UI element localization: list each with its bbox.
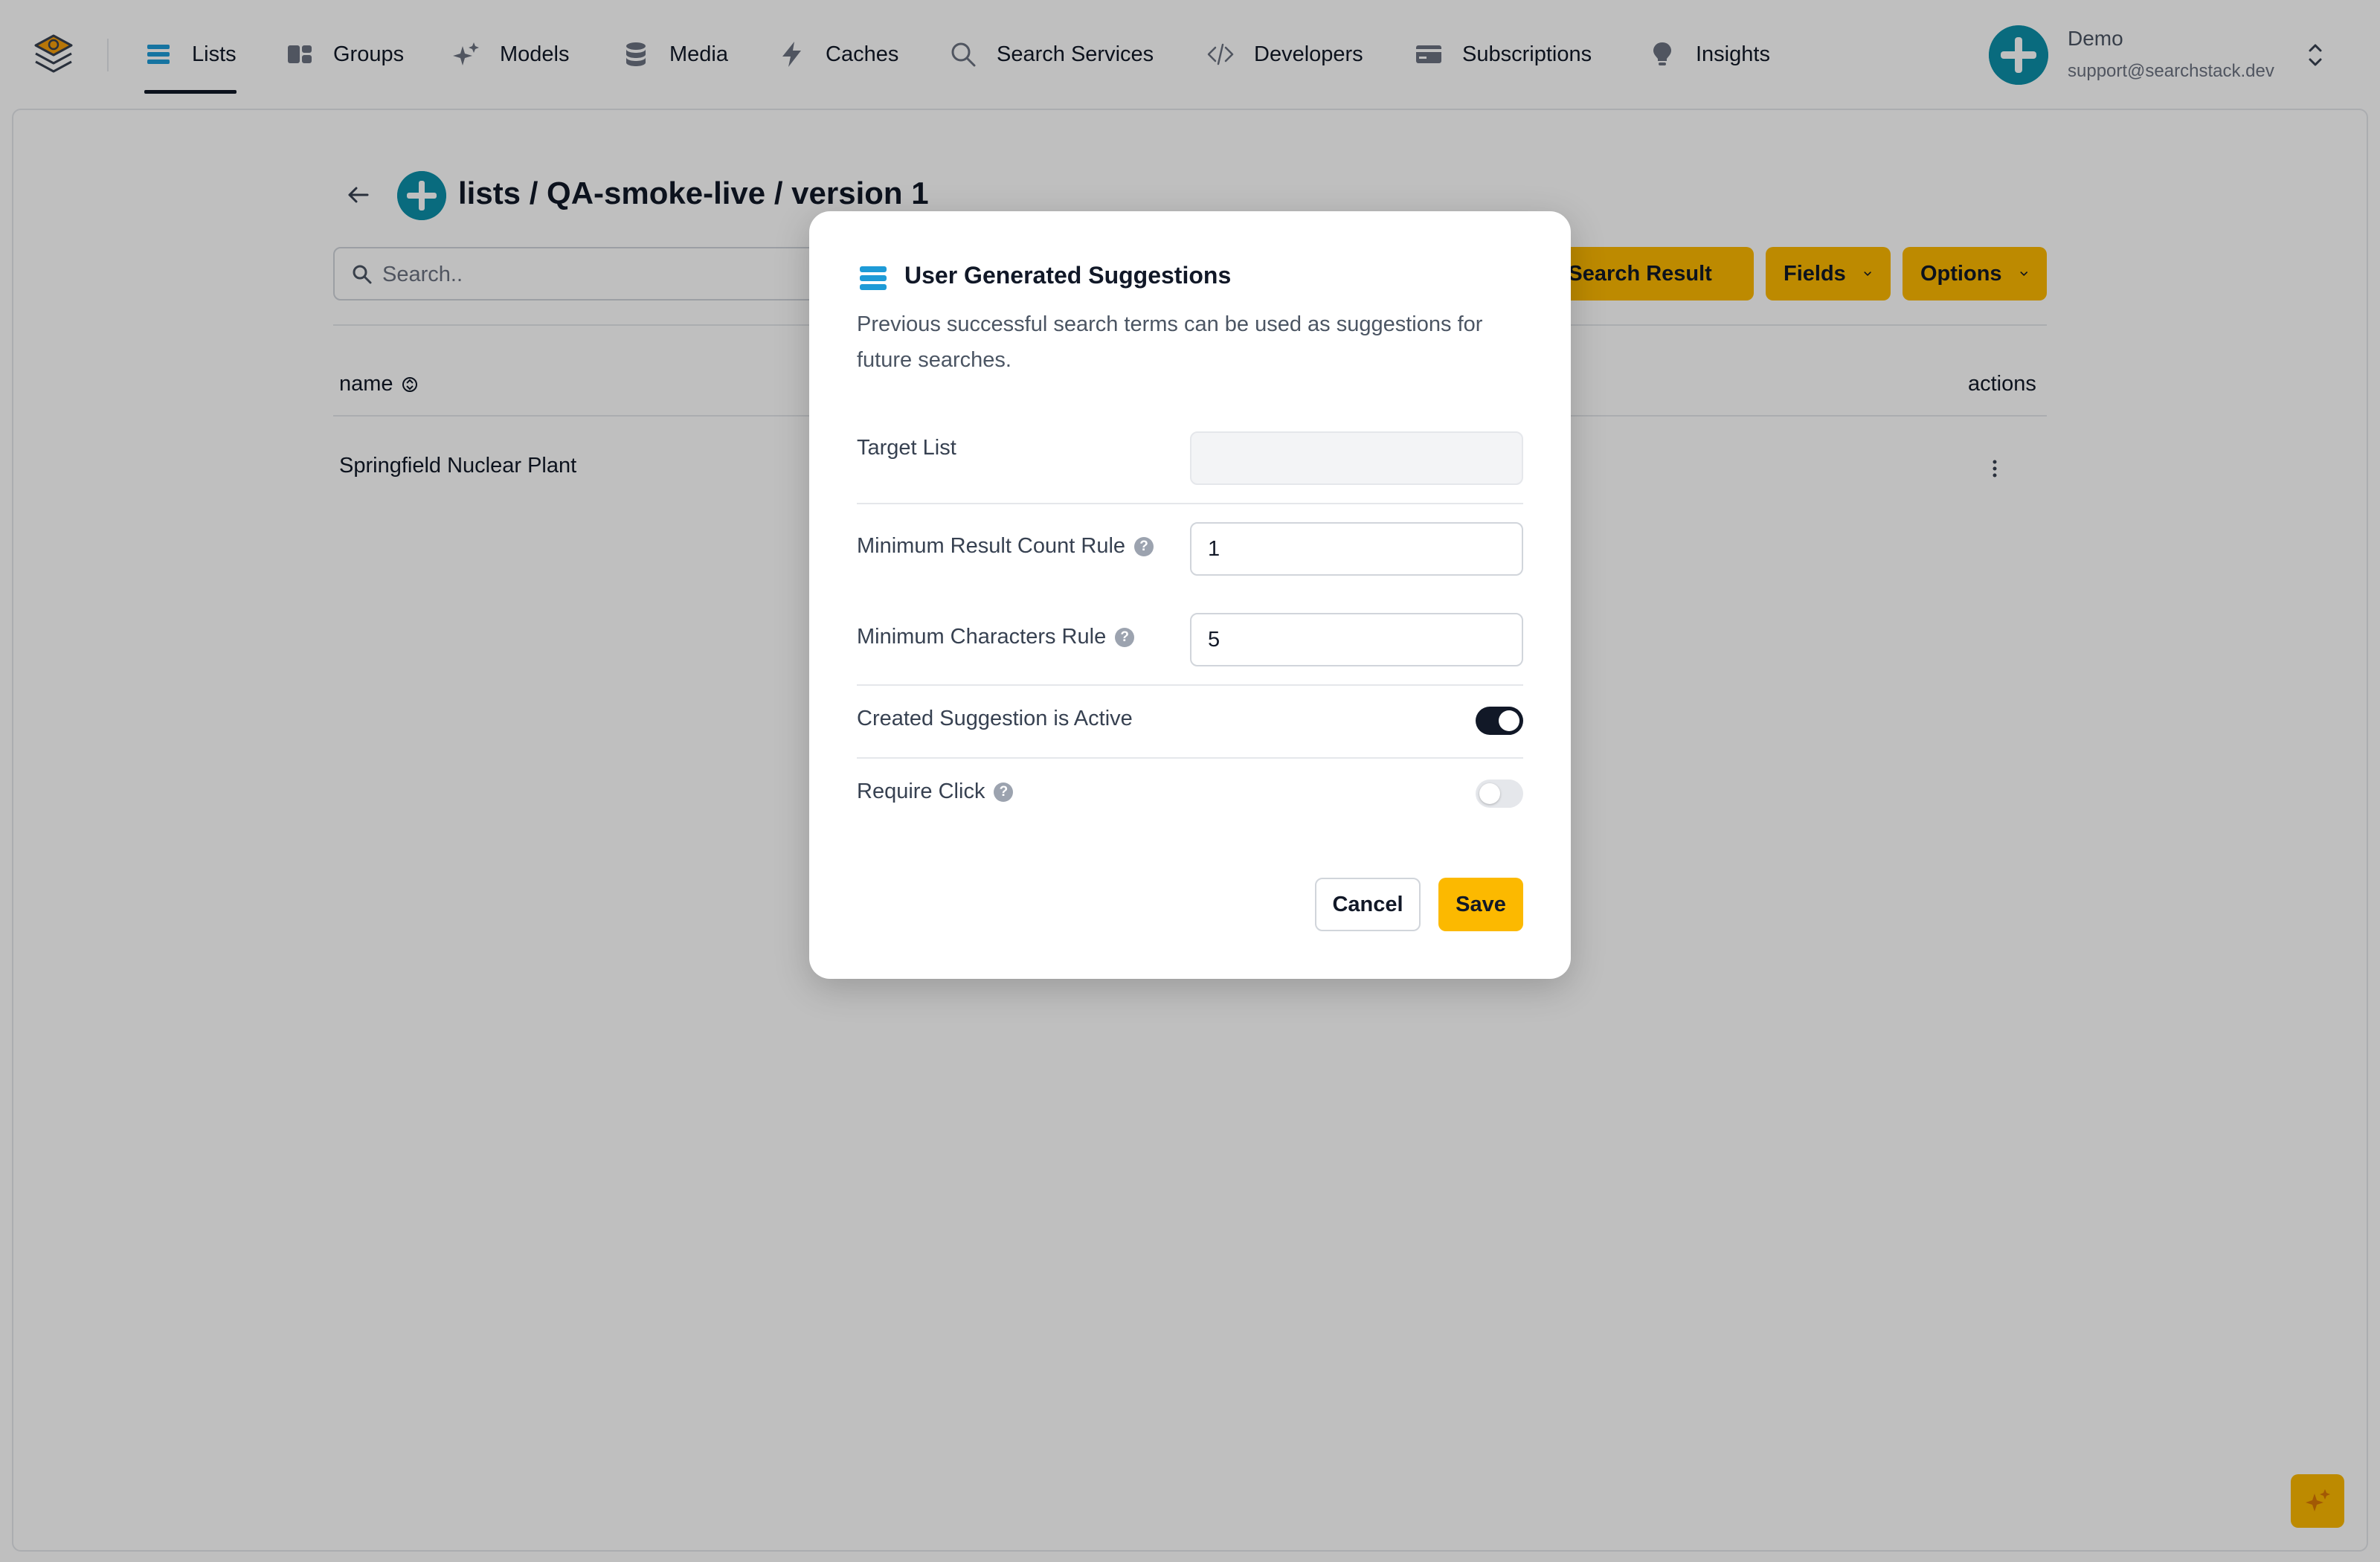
- user-generated-suggestions-modal: User Generated Suggestions Previous succ…: [809, 211, 1571, 979]
- help-icon[interactable]: ?: [994, 782, 1014, 802]
- min-characters-field[interactable]: [1190, 613, 1523, 666]
- require-click-label: Require Click ?: [857, 780, 1014, 804]
- target-list-field[interactable]: [1190, 431, 1523, 485]
- help-icon[interactable]: ?: [1115, 627, 1135, 647]
- field-divider: [857, 503, 1523, 504]
- min-characters-label: Minimum Characters Rule ?: [857, 625, 1135, 649]
- created-active-label: Created Suggestion is Active: [857, 707, 1133, 731]
- min-result-count-label: Minimum Result Count Rule ?: [857, 534, 1154, 559]
- help-icon[interactable]: ?: [1134, 536, 1154, 556]
- modal-title: User Generated Suggestions: [904, 262, 1232, 289]
- field-label-text: Require Click: [857, 780, 985, 803]
- field-label-text: Created Suggestion is Active: [857, 707, 1133, 730]
- field-label-text: Target List: [857, 436, 956, 460]
- field-divider: [857, 684, 1523, 686]
- toggle-knob: [1479, 783, 1500, 804]
- modal-description: Previous successful search terms can be …: [857, 312, 1483, 372]
- created-active-toggle[interactable]: [1476, 707, 1523, 735]
- field-divider: [857, 757, 1523, 759]
- save-button[interactable]: Save: [1438, 878, 1523, 931]
- toggle-knob: [1499, 710, 1519, 731]
- require-click-toggle[interactable]: [1476, 780, 1523, 808]
- min-result-count-field[interactable]: [1190, 522, 1523, 576]
- target-list-label: Target List: [857, 436, 956, 460]
- cancel-button[interactable]: Cancel: [1315, 878, 1421, 931]
- field-label-text: Minimum Result Count Rule: [857, 534, 1126, 558]
- list-icon: [860, 266, 887, 290]
- field-label-text: Minimum Characters Rule: [857, 625, 1107, 649]
